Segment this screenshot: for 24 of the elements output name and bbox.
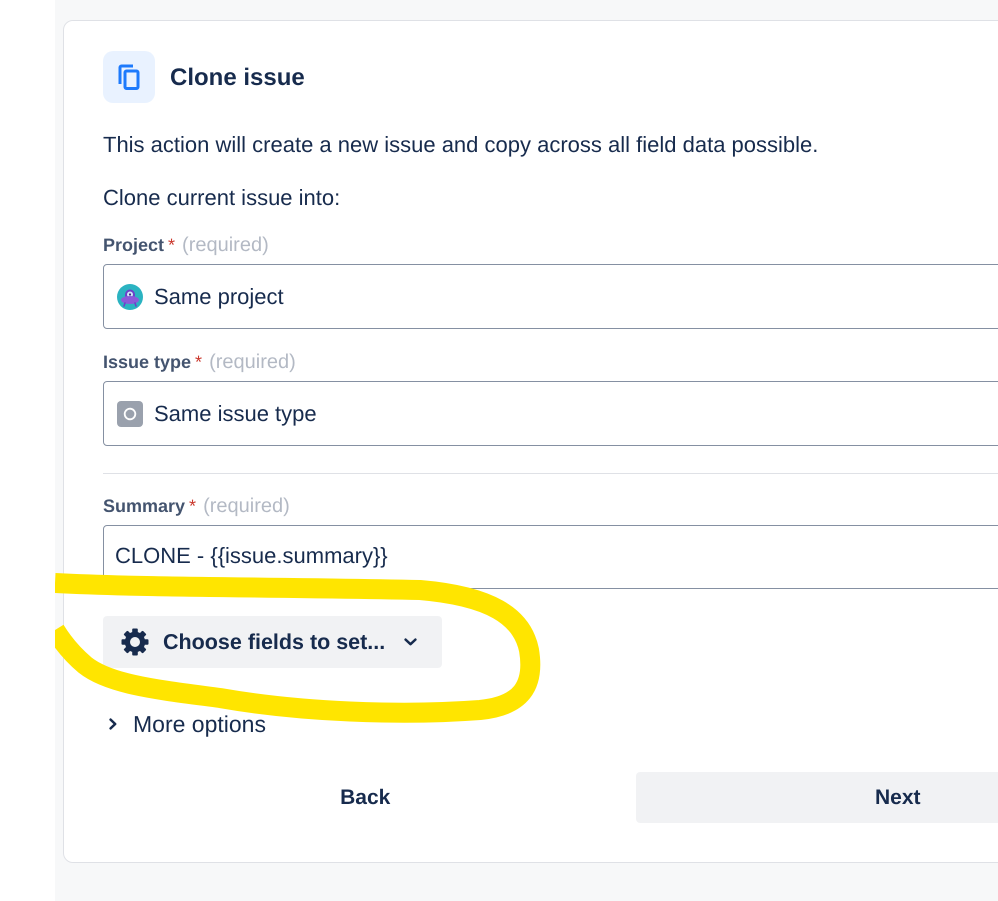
field-label: Issue type bbox=[103, 351, 192, 373]
copy-icon bbox=[103, 51, 155, 103]
required-asterisk: * bbox=[189, 495, 196, 517]
select-field[interactable]: Same issue type bbox=[103, 381, 998, 446]
back-button[interactable]: Back bbox=[103, 772, 628, 823]
required-asterisk: * bbox=[168, 234, 176, 256]
section-text: Clone current issue into: bbox=[103, 185, 342, 211]
required-hint: (required) bbox=[182, 234, 269, 256]
field-label: Project bbox=[103, 234, 164, 256]
next-button[interactable]: Next bbox=[636, 772, 998, 823]
field-label: Summary bbox=[103, 495, 186, 517]
more-options-toggle[interactable]: More options bbox=[103, 711, 266, 737]
dialog-title: Clone issue bbox=[170, 64, 305, 92]
required-hint: (required) bbox=[203, 495, 290, 517]
required-asterisk: * bbox=[195, 351, 202, 373]
select-field[interactable]: Same project bbox=[103, 264, 998, 329]
summary-input[interactable]: CLONE - {{issue.summary}} bbox=[103, 525, 998, 589]
required-hint: (required) bbox=[209, 351, 296, 373]
saucer-avatar-icon bbox=[117, 284, 143, 310]
choose-fields-button[interactable]: Choose fields to set... bbox=[103, 616, 442, 668]
chevron-down-icon bbox=[404, 638, 418, 646]
description-text: This action will create a new issue and copy across all field data possible. bbox=[103, 132, 820, 158]
gear-icon bbox=[120, 627, 150, 657]
ring-square-icon bbox=[117, 400, 143, 426]
